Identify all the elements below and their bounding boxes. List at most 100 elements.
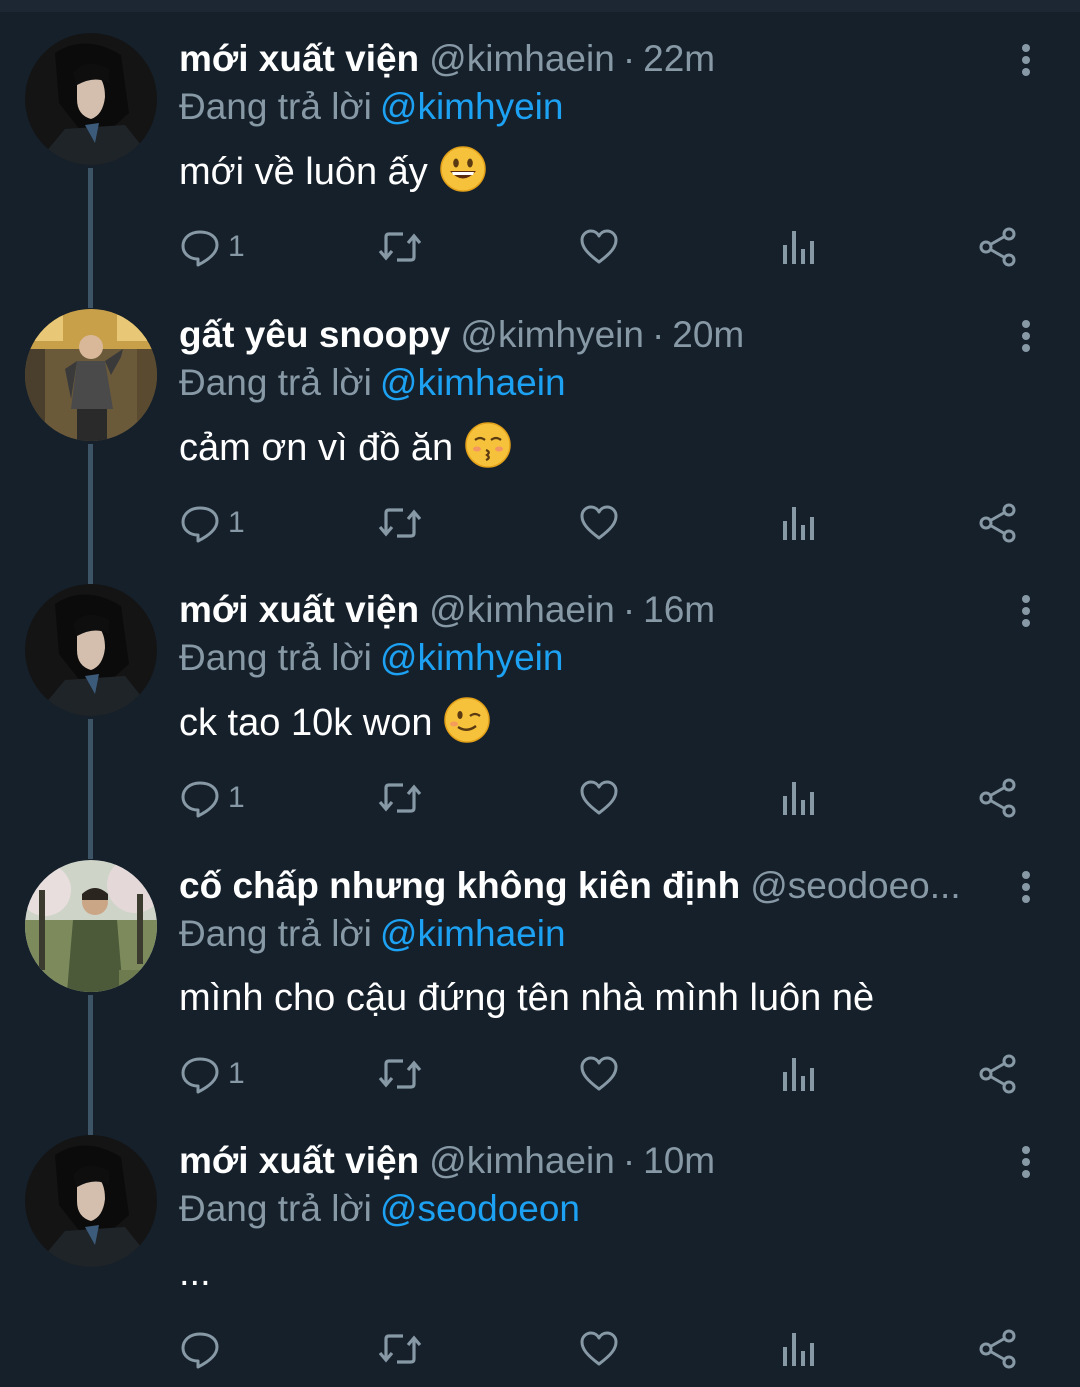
tweet[interactable]: mới xuất viện @kimhaein · 16m Đang trả lời @k…: [0, 551, 1080, 859]
mention-link[interactable]: @kimhyein: [380, 637, 564, 678]
reply-count: 1: [228, 1056, 245, 1090]
reply-icon: [180, 778, 220, 818]
reply-button[interactable]: [180, 1324, 220, 1374]
reply-icon: [180, 1054, 220, 1094]
separator-dot: ·: [622, 589, 636, 630]
like-button[interactable]: [579, 1324, 619, 1374]
display-name[interactable]: cố chấp nhưng không kiên định: [179, 865, 740, 906]
like-button[interactable]: [579, 773, 619, 823]
user-handle[interactable]: @seodoeo...: [750, 865, 960, 906]
more-options-icon[interactable]: [1012, 40, 1040, 80]
tweet-actions: 1: [0, 222, 1080, 272]
share-button[interactable]: [977, 1324, 1019, 1374]
tweet-header: mới xuất viện @kimhaein · 22m: [179, 36, 1000, 82]
tweet-actions: 1: [0, 1049, 1080, 1099]
tweet-header: mới xuất viện @kimhaein · 10m: [179, 1138, 1000, 1184]
tweet[interactable]: mới xuất viện @kimhaein · 22m Đang trả lời @k…: [0, 0, 1080, 308]
display-name[interactable]: mới xuất viện: [179, 38, 419, 79]
heart-icon: [579, 778, 619, 818]
reply-button[interactable]: 1: [180, 773, 245, 823]
reply-button[interactable]: 1: [180, 222, 245, 272]
kissing-face-emoji-icon: [465, 421, 511, 481]
user-handle[interactable]: @kimhaein: [429, 589, 615, 630]
more-options-icon[interactable]: [1012, 591, 1040, 631]
like-button[interactable]: [579, 1049, 619, 1099]
reply-button[interactable]: 1: [180, 498, 245, 548]
replying-to-label: Đang trả lời: [179, 86, 372, 127]
share-button[interactable]: [977, 1049, 1019, 1099]
tweet[interactable]: mới xuất viện @kimhaein · 10m Đang trả lời @s…: [0, 1102, 1080, 1377]
bar-chart-icon: [780, 1329, 816, 1369]
replying-to: Đang trả lời @seodoeon: [179, 1186, 580, 1232]
timestamp: 22m: [643, 38, 716, 79]
share-icon: [977, 226, 1019, 268]
display-name[interactable]: gất yêu snoopy: [179, 314, 450, 355]
tweet-header: gất yêu snoopy @kimhyein · 20m: [179, 312, 1000, 358]
reply-count: 1: [228, 230, 245, 263]
mention-link[interactable]: @kimhaein: [380, 913, 566, 954]
bar-chart-icon: [780, 503, 816, 543]
share-button[interactable]: [977, 773, 1019, 823]
reply-count: 1: [228, 505, 245, 539]
bar-chart-icon: [780, 1054, 816, 1094]
mention-link[interactable]: @kimhyein: [380, 86, 564, 127]
like-button[interactable]: [579, 498, 619, 548]
separator-dot: ·: [622, 38, 636, 79]
retweet-button[interactable]: [377, 1324, 423, 1374]
analytics-button[interactable]: [780, 222, 816, 272]
grinning-face-emoji-icon: [440, 146, 486, 205]
avatar[interactable]: [25, 584, 157, 716]
tweet[interactable]: cố chấp nhưng không kiên định @seodoeo...…: [0, 827, 1080, 1135]
heart-icon: [579, 227, 619, 267]
retweet-icon: [377, 778, 423, 818]
retweet-button[interactable]: [377, 498, 423, 548]
replying-to-label: Đang trả lời: [179, 1188, 372, 1229]
retweet-button[interactable]: [377, 773, 423, 823]
retweet-icon: [377, 1054, 423, 1094]
avatar[interactable]: [25, 33, 157, 165]
share-icon: [977, 1328, 1019, 1370]
analytics-button[interactable]: [780, 1049, 816, 1099]
more-options-icon[interactable]: [1012, 316, 1040, 356]
retweet-button[interactable]: [377, 1049, 423, 1099]
avatar[interactable]: [25, 1135, 157, 1267]
mention-link[interactable]: @kimhaein: [380, 362, 566, 403]
tweet-text-content: mình cho cậu đứng tên nhà mình luôn nè: [179, 976, 875, 1019]
reply-button[interactable]: 1: [180, 1049, 245, 1099]
analytics-button[interactable]: [780, 773, 816, 823]
user-handle[interactable]: @kimhyein: [460, 314, 644, 355]
replying-to: Đang trả lời @kimhyein: [179, 84, 563, 130]
tweet-text: ...: [179, 1248, 211, 1298]
display-name[interactable]: mới xuất viện: [179, 589, 419, 630]
avatar[interactable]: [25, 308, 157, 441]
avatar[interactable]: [25, 859, 157, 992]
share-button[interactable]: [977, 222, 1019, 272]
display-name[interactable]: mới xuất viện: [179, 1140, 419, 1181]
like-button[interactable]: [579, 222, 619, 272]
reply-count: 1: [228, 781, 245, 814]
retweet-icon: [377, 227, 423, 267]
analytics-button[interactable]: [780, 498, 816, 548]
analytics-button[interactable]: [780, 1324, 816, 1374]
share-button[interactable]: [977, 498, 1019, 548]
tweet[interactable]: gất yêu snoopy @kimhyein · 20m Đang trả lời @…: [0, 276, 1080, 584]
separator-dot: ·: [622, 1140, 636, 1181]
winking-face-emoji-icon: [444, 697, 491, 756]
tweet-header: cố chấp nhưng không kiên định @seodoeo...: [179, 863, 1000, 909]
share-icon: [977, 777, 1019, 819]
user-handle[interactable]: @kimhaein: [429, 1140, 615, 1181]
more-options-icon[interactable]: [1012, 867, 1040, 907]
mention-link[interactable]: @seodoeon: [380, 1188, 580, 1229]
user-handle[interactable]: @kimhaein: [429, 38, 615, 79]
retweet-button[interactable]: [377, 222, 423, 272]
more-options-icon[interactable]: [1012, 1142, 1040, 1182]
heart-icon: [579, 503, 619, 543]
tweet-text: cảm ơn vì đồ ăn: [179, 421, 511, 481]
tweet-actions: 1: [0, 498, 1080, 548]
tweet-actions: 1: [0, 773, 1080, 823]
tweet-text: ck tao 10k won: [179, 697, 491, 756]
heart-icon: [579, 1054, 619, 1094]
tweet-text-content: ...: [179, 1252, 211, 1294]
timestamp: 10m: [643, 1140, 716, 1181]
tweet-text: mới về luôn ấy: [179, 146, 486, 205]
